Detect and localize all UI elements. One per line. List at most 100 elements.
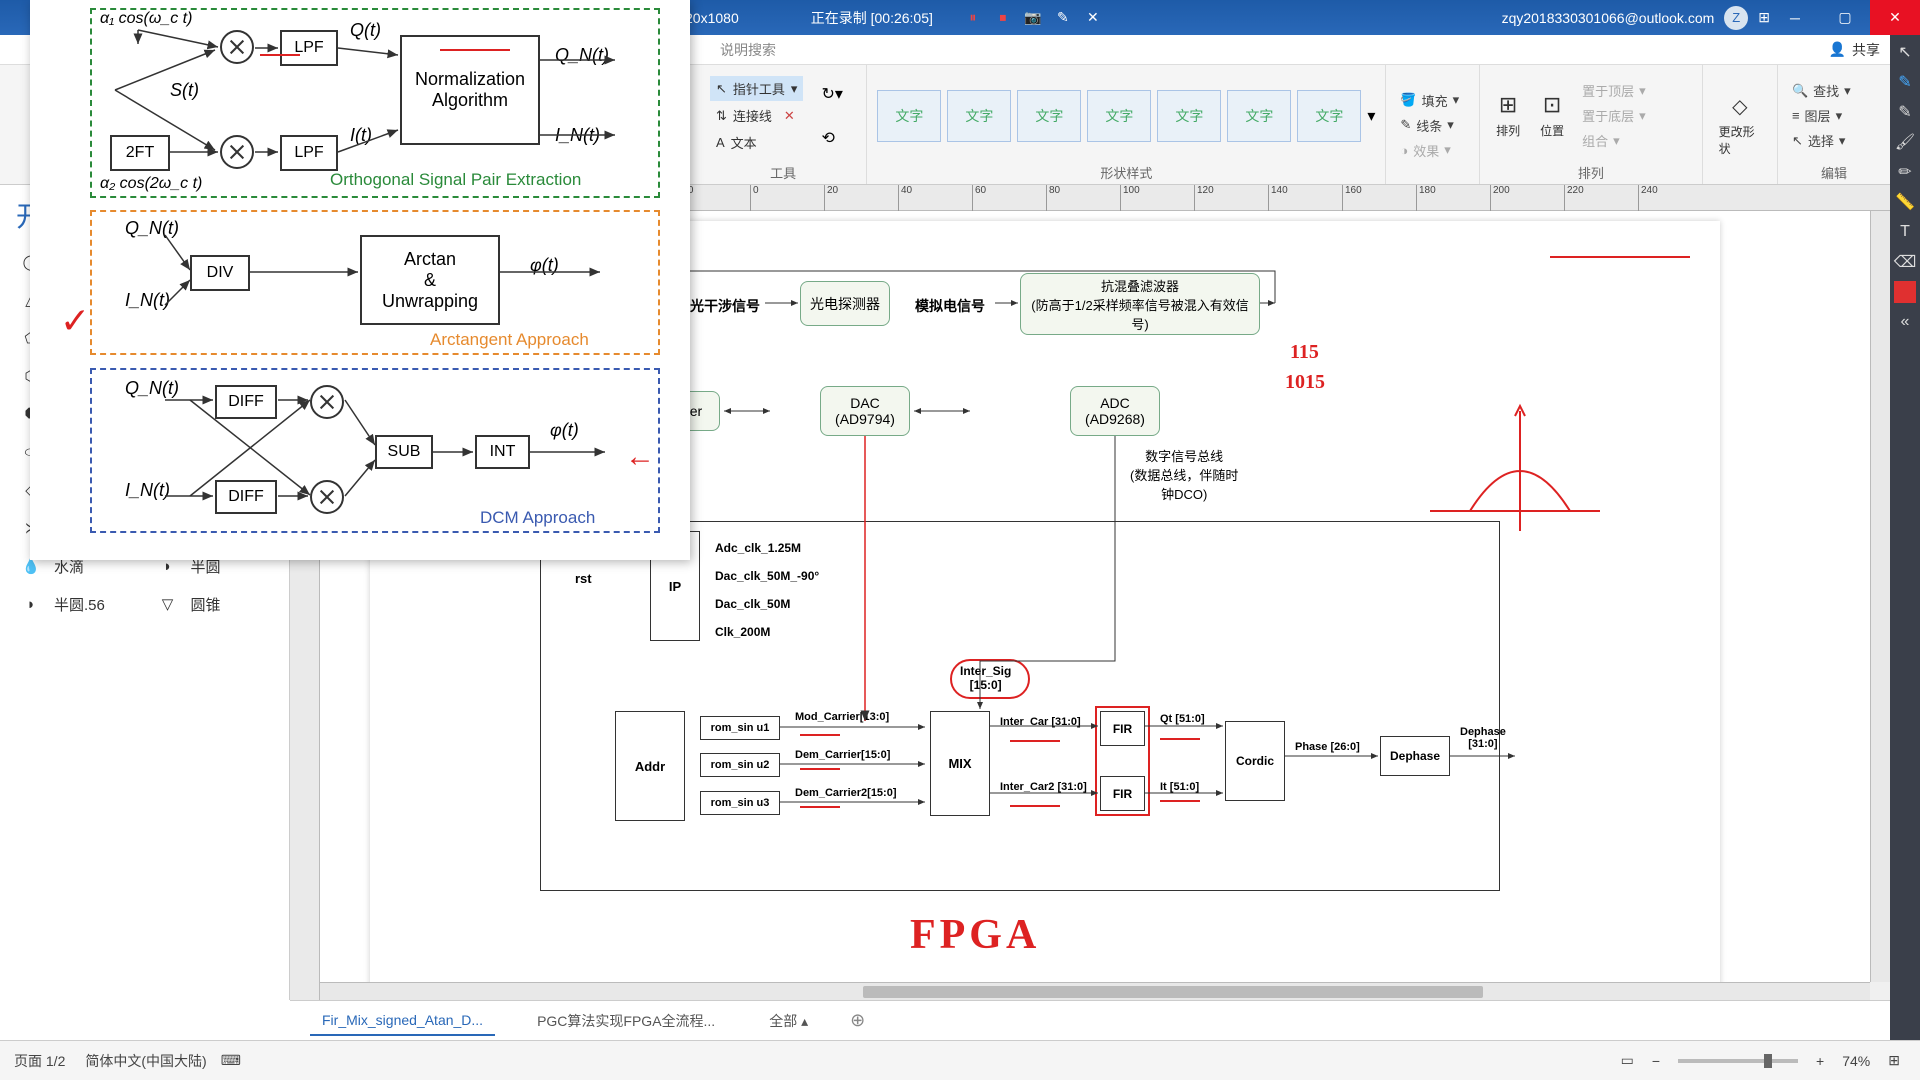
- layer-button[interactable]: ≡图层▾: [1788, 104, 1855, 127]
- ruler-icon[interactable]: 📏: [1894, 191, 1916, 213]
- pen-tool-icon[interactable]: ✎: [1894, 71, 1916, 93]
- annotation-115: 115: [1290, 341, 1319, 364]
- shape-style-6[interactable]: 文字: [1227, 90, 1291, 142]
- cursor-tool-icon[interactable]: ↖: [1894, 41, 1916, 63]
- tab-1[interactable]: Fir_Mix_signed_Atan_D...: [310, 1006, 495, 1036]
- ov-qnt1: Q_N(t): [555, 45, 609, 66]
- share-button[interactable]: 👤 共享: [1829, 40, 1880, 60]
- shape-style-7[interactable]: 文字: [1297, 90, 1361, 142]
- share-icon: 👤: [1829, 41, 1846, 58]
- ov-int: INT: [475, 435, 530, 469]
- tab-all[interactable]: 全部 ▴: [757, 1005, 820, 1037]
- collapse-icon[interactable]: «: [1894, 311, 1916, 333]
- ov-mult4: [310, 480, 344, 514]
- panel-icon[interactable]: ⊞: [1758, 9, 1770, 26]
- effect-button[interactable]: ◑效果▾: [1396, 139, 1463, 162]
- add-tab-button[interactable]: ⊕: [850, 1010, 865, 1031]
- tool-close-icon[interactable]: ✕: [784, 108, 795, 124]
- dephase-block[interactable]: Dephase: [1380, 736, 1450, 776]
- position-button[interactable]: ⊡位置: [1534, 92, 1570, 139]
- ov-sec1-title: Orthogonal Signal Pair Extraction: [330, 170, 581, 190]
- ov-red-arrow: ←: [625, 440, 655, 474]
- send-back-button[interactable]: 置于底层▾: [1578, 104, 1650, 127]
- inter-car2-label: Inter_Car2 [31:0]: [1000, 781, 1087, 793]
- cordic-block[interactable]: Cordic: [1225, 721, 1285, 801]
- shape-style-4[interactable]: 文字: [1087, 90, 1151, 142]
- shape-styles-label: 形状样式: [877, 161, 1375, 182]
- change-shape-button[interactable]: ◇更改形状: [1713, 94, 1767, 157]
- rotate-icon[interactable]: ↻▾: [821, 84, 842, 104]
- color-red-icon[interactable]: [1894, 281, 1916, 303]
- right-toolbar: ↖ ✎ ✎ 🖌 ✏ 📏 T ⌫ «: [1890, 35, 1920, 1040]
- marker-icon[interactable]: ✏: [1894, 161, 1916, 183]
- mix-block[interactable]: MIX: [930, 711, 990, 816]
- ov-phi2: φ(t): [550, 420, 579, 441]
- v-scrollbar[interactable]: [1870, 211, 1890, 982]
- help-search[interactable]: 说明搜索: [720, 40, 776, 60]
- red-line-top: [1550, 256, 1690, 258]
- close-button[interactable]: ✕: [1870, 0, 1920, 35]
- sync-icon[interactable]: ⟲: [821, 128, 842, 148]
- pause-icon[interactable]: ⏸: [965, 10, 981, 26]
- shape-style-5[interactable]: 文字: [1157, 90, 1221, 142]
- ov-int3: I_N(t): [125, 480, 170, 501]
- zoom-out-button[interactable]: −: [1652, 1053, 1660, 1069]
- connector-tool[interactable]: ⇅连接线✕: [710, 103, 803, 128]
- zoom-in-button[interactable]: +: [1816, 1053, 1824, 1069]
- camera-icon[interactable]: 📷: [1025, 10, 1041, 26]
- addr-block[interactable]: Addr: [615, 711, 685, 821]
- align-button[interactable]: ⊞排列: [1490, 92, 1526, 139]
- phase-label: Phase [26:0]: [1295, 741, 1360, 753]
- rom2-block[interactable]: rom_sin u2: [700, 753, 780, 777]
- bring-front-button[interactable]: 置于顶层▾: [1578, 79, 1650, 102]
- rom3-block[interactable]: rom_sin u3: [700, 791, 780, 815]
- keyboard-icon[interactable]: ⌨: [221, 1052, 241, 1069]
- shape-圆锥[interactable]: ▽圆锥: [155, 591, 272, 617]
- ov-qnt3: Q_N(t): [125, 378, 179, 399]
- pointer-tool[interactable]: ↖指针工具▾: [710, 76, 803, 101]
- maximize-button[interactable]: ▢: [1820, 0, 1870, 35]
- adc-clk-label: Adc_clk_1.25M: [715, 541, 801, 555]
- dac-block[interactable]: DAC (AD9794): [820, 386, 910, 436]
- account-email[interactable]: zqy2018330301066@outlook.com: [1502, 10, 1715, 26]
- pointer-icon: ↖: [716, 81, 727, 97]
- ov-norm: Normalization Algorithm: [400, 35, 540, 145]
- fill-button[interactable]: 🪣填充▾: [1396, 89, 1463, 112]
- text-tool[interactable]: A文本: [710, 130, 803, 155]
- dem-carrier-label: Dem_Carrier[15:0]: [795, 749, 890, 761]
- shape-style-3[interactable]: 文字: [1017, 90, 1081, 142]
- select-button[interactable]: ↖选择▾: [1788, 129, 1855, 152]
- antialias-block[interactable]: 抗混叠滤波器 (防高于1/2采样频率信号被混入有效信号): [1020, 273, 1260, 335]
- tab-2[interactable]: PGC算法实现FPGA全流程...: [525, 1005, 727, 1037]
- shape-style-1[interactable]: 文字: [877, 90, 941, 142]
- change-shape-icon: ◇: [1732, 94, 1747, 119]
- shape-半圆.56[interactable]: ◗半圆.56: [18, 591, 135, 617]
- shape-icon: ◗: [18, 591, 44, 617]
- find-button[interactable]: 🔍查找▾: [1788, 79, 1855, 102]
- red-circle-intersig: [950, 659, 1030, 699]
- stop-icon[interactable]: ⏹: [995, 10, 1011, 26]
- highlighter-icon[interactable]: ✎: [1894, 101, 1916, 123]
- eraser-icon[interactable]: ⌫: [1894, 251, 1916, 273]
- style-more-icon[interactable]: ▾: [1367, 106, 1375, 126]
- fit-page-icon[interactable]: ⊞: [1888, 1052, 1900, 1069]
- edit-icon[interactable]: ✎: [1055, 10, 1071, 26]
- line-button[interactable]: ✎线条▾: [1396, 114, 1463, 137]
- text-tool-icon[interactable]: T: [1894, 221, 1916, 243]
- red-waveform-sketch: [1420, 401, 1620, 541]
- photodetector-block[interactable]: 光电探测器: [800, 281, 890, 326]
- h-scrollbar[interactable]: [320, 982, 1870, 1000]
- adc-block[interactable]: ADC (AD9268): [1070, 386, 1160, 436]
- ov-a2cos: α₂ cos(2ω_c t): [100, 175, 202, 193]
- annotation-fpga: FPGA: [910, 911, 1040, 959]
- brush-icon[interactable]: 🖌: [1894, 131, 1916, 153]
- present-icon[interactable]: ▭: [1621, 1052, 1634, 1069]
- avatar[interactable]: Z: [1724, 6, 1748, 30]
- edit-label: 编辑: [1788, 161, 1880, 182]
- rom1-block[interactable]: rom_sin u1: [700, 716, 780, 740]
- minimize-button[interactable]: ─: [1770, 0, 1820, 35]
- rec-close-icon[interactable]: ✕: [1085, 10, 1101, 26]
- zoom-slider[interactable]: [1678, 1059, 1798, 1063]
- group-button[interactable]: 组合▾: [1578, 129, 1650, 152]
- shape-style-2[interactable]: 文字: [947, 90, 1011, 142]
